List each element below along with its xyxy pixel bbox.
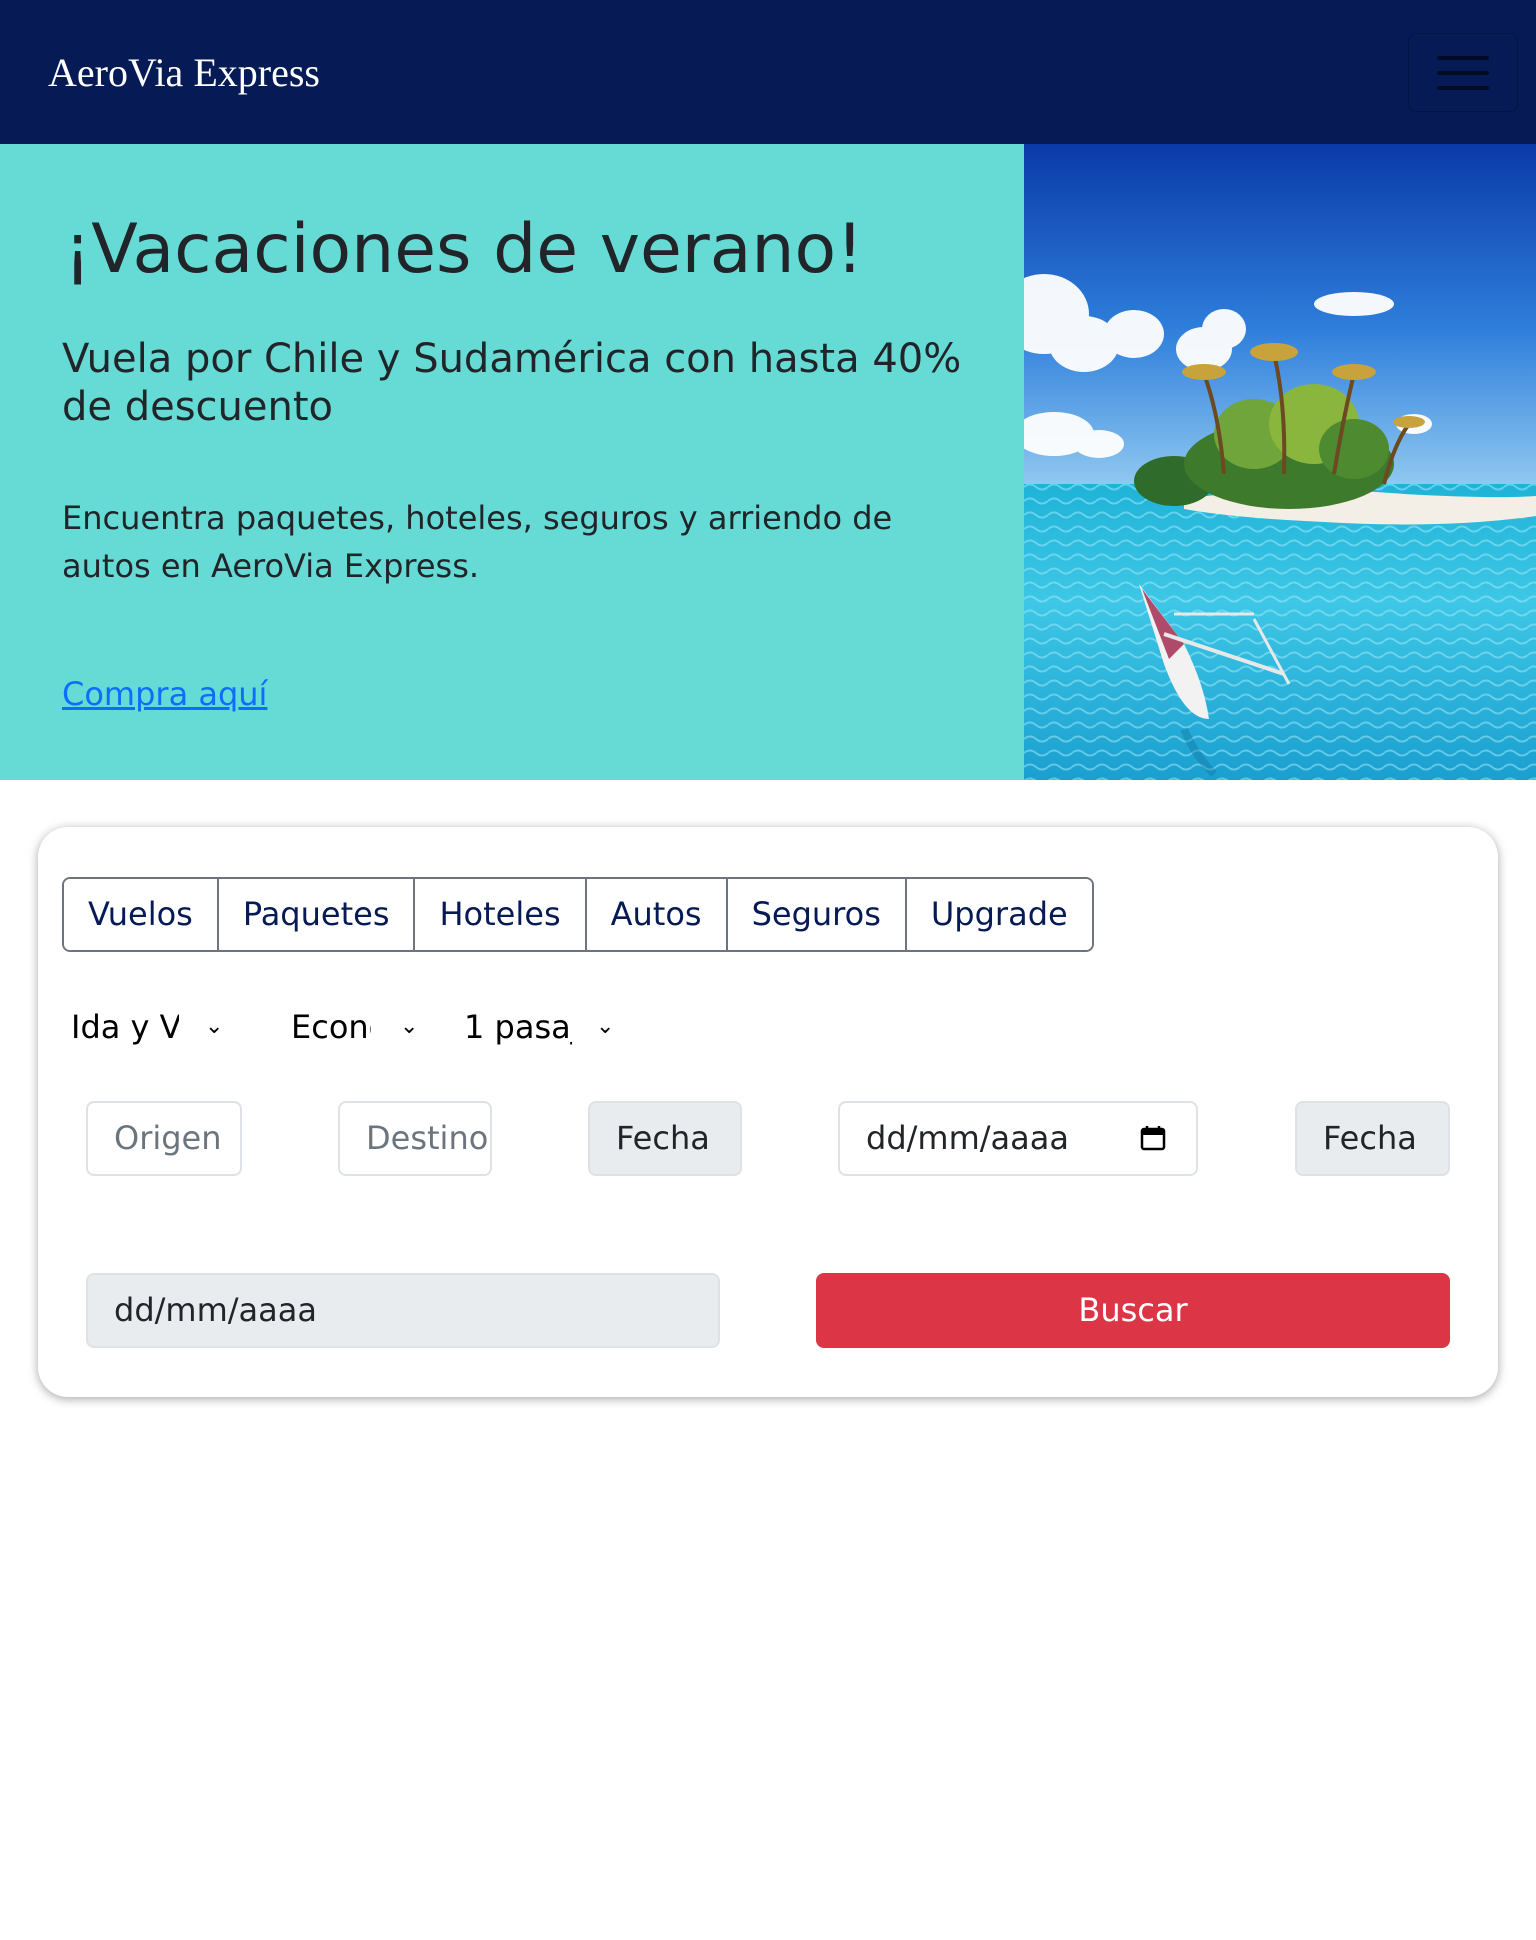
chevron-down-icon: ⌄ xyxy=(400,1014,419,1039)
departure-date-label: Fecha xyxy=(588,1101,742,1176)
trip-type-value: Ida y Vuelta xyxy=(71,1008,179,1046)
search-tabs: Vuelos Paquetes Hoteles Autos Seguros Up… xyxy=(62,877,1094,952)
return-date-input[interactable]: dd/mm/aaaa xyxy=(86,1273,720,1348)
buy-here-link[interactable]: Compra aquí xyxy=(62,670,267,718)
passengers-value: 1 pasajero xyxy=(464,1008,572,1046)
cabin-class-select[interactable]: Económica ⌄ xyxy=(291,1003,431,1051)
brand-logo[interactable]: AeroVia Express xyxy=(48,46,320,100)
destination-input[interactable]: Destino xyxy=(338,1101,492,1176)
tab-hoteles[interactable]: Hoteles xyxy=(415,879,587,950)
hero-title: ¡Vacaciones de verano! xyxy=(64,210,864,289)
departure-date-input[interactable]: dd/mm/aaaa xyxy=(838,1101,1198,1176)
tab-upgrade[interactable]: Upgrade xyxy=(906,879,1092,950)
hero-subtitle: Vuela por Chile y Sudamérica con hasta 4… xyxy=(62,336,962,430)
chevron-down-icon: ⌄ xyxy=(205,1014,224,1039)
departure-date-value: dd/mm/aaaa xyxy=(866,1119,1069,1157)
tab-autos[interactable]: Autos xyxy=(586,879,728,950)
hero-image xyxy=(1024,144,1536,780)
chevron-down-icon: ⌄ xyxy=(596,1014,615,1039)
trip-type-select[interactable]: Ida y Vuelta ⌄ xyxy=(71,1003,231,1051)
return-date-label: Fecha xyxy=(1295,1101,1450,1176)
calendar-icon[interactable] xyxy=(1140,1125,1166,1151)
passengers-select[interactable]: 1 pasajero ⌄ xyxy=(464,1003,634,1051)
search-button[interactable]: Buscar xyxy=(816,1273,1450,1348)
hero-description: Encuentra paquetes, hoteles, seguros y a… xyxy=(62,499,893,585)
origin-input[interactable]: Origen xyxy=(86,1101,242,1176)
navbar: AeroVia Express xyxy=(0,0,1536,144)
navbar-toggle-button[interactable] xyxy=(1408,33,1518,112)
tab-paquetes[interactable]: Paquetes xyxy=(218,879,416,950)
tab-vuelos[interactable]: Vuelos xyxy=(64,879,219,950)
cabin-class-value: Económica xyxy=(291,1008,371,1046)
tab-seguros[interactable]: Seguros xyxy=(727,879,907,950)
